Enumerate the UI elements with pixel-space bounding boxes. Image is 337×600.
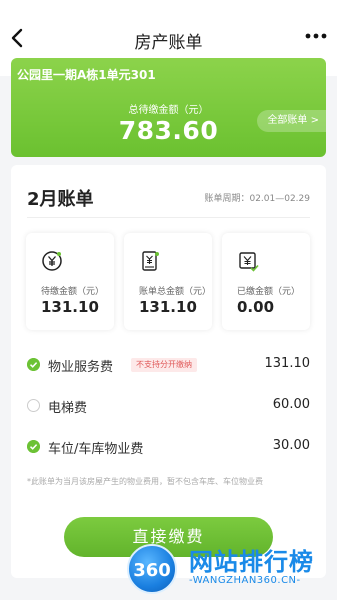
fee-amount: 131.10 [264,356,311,371]
divider [27,217,310,218]
paid-yen-icon [239,252,259,272]
fee-name: 电梯费 [48,401,88,416]
fee-row-elevator[interactable]: 电梯费 60.00 [27,394,310,418]
stat-label: 账单总金额（元） [139,287,212,297]
watermark-title: 网站排行榜 [189,548,314,576]
page-title: 房产账单 [134,33,203,53]
fee-name: 车位/车库物业费 [48,442,144,457]
all-bills-button[interactable]: 全部账单 > [257,110,326,132]
tag-badge: 不支持分开缴纳 [131,358,197,372]
fee-row-property[interactable]: 物业服务费 不支持分开缴纳 131.10 [27,353,310,377]
watermark-url: -WANGZHAN360.CN- [189,575,301,586]
stat-value: 131.10 [139,298,197,316]
more-dots-icon[interactable] [305,28,327,44]
stat-label: 待缴金额（元） [41,287,105,297]
bill-card: 2月账单 账单周期：02.01—02.29 待缴金额（元） 131.10 账单总… [11,165,326,578]
fee-amount: 30.00 [272,438,310,453]
empty-circle-icon[interactable] [27,399,40,412]
total-due-banner: 公园里一期A栋1单元301 总待缴金额（元） 783.60 全部账单 > [11,58,326,157]
fee-name: 物业服务费 [48,360,114,375]
bill-note: *此账单为当月该房屋产生的物业费用，暂不包含车库、车位物业费 [27,477,263,486]
watermark: 360 网站排行榜 -WANGZHAN360.CN- [127,540,337,600]
stat-card-total: 账单总金额（元） 131.10 [124,233,212,330]
bill-period: 账单周期：02.01—02.29 [204,194,310,204]
bill-month: 2月账单 [27,189,94,210]
stat-label: 已缴金额（元） [237,287,301,297]
stat-value: 0.00 [237,298,275,316]
yen-coin-icon [42,251,62,271]
stat-value: 131.10 [41,298,99,316]
check-circle-icon[interactable] [27,358,40,371]
fee-row-parking[interactable]: 车位/车库物业费 30.00 [27,435,310,459]
watermark-logo: 360 [127,544,177,594]
fee-amount: 60.00 [272,397,310,412]
stat-card-due: 待缴金额（元） 131.10 [26,233,114,330]
bill-document-icon [142,251,159,271]
check-circle-icon[interactable] [27,440,40,453]
property-address: 公园里一期A栋1单元301 [17,68,156,82]
stat-card-paid: 已缴金额（元） 0.00 [222,233,310,330]
